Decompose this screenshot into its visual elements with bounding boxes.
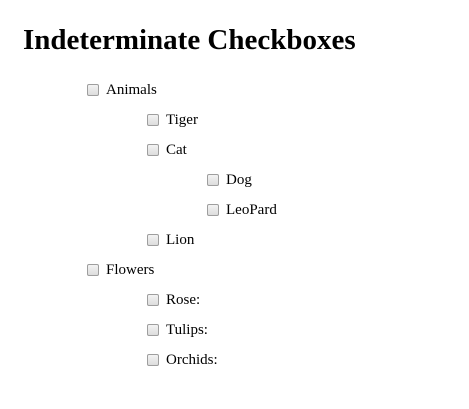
page: Indeterminate Checkboxes Animals Tiger C…: [0, 0, 469, 409]
tree-item-rose[interactable]: Rose:: [147, 290, 200, 310]
tulips-label[interactable]: Tulips:: [166, 320, 208, 340]
dog-label[interactable]: Dog: [226, 170, 252, 190]
tree-item-flowers[interactable]: Flowers: [87, 260, 154, 280]
lion-label[interactable]: Lion: [166, 230, 194, 250]
rose-label[interactable]: Rose:: [166, 290, 200, 310]
tiger-checkbox[interactable]: [147, 114, 159, 126]
tree-item-tiger[interactable]: Tiger: [147, 110, 198, 130]
orchids-label[interactable]: Orchids:: [166, 350, 218, 370]
animals-checkbox[interactable]: [87, 84, 99, 96]
page-title: Indeterminate Checkboxes: [23, 24, 356, 56]
tiger-label[interactable]: Tiger: [166, 110, 198, 130]
tree-item-orchids[interactable]: Orchids:: [147, 350, 218, 370]
tree-item-lion[interactable]: Lion: [147, 230, 194, 250]
tree-item-cat[interactable]: Cat: [147, 140, 187, 160]
orchids-checkbox[interactable]: [147, 354, 159, 366]
cat-label[interactable]: Cat: [166, 140, 187, 160]
tree-item-tulips[interactable]: Tulips:: [147, 320, 208, 340]
cat-checkbox[interactable]: [147, 144, 159, 156]
flowers-checkbox[interactable]: [87, 264, 99, 276]
animals-label[interactable]: Animals: [106, 80, 157, 100]
tree-item-dog[interactable]: Dog: [207, 170, 252, 190]
rose-checkbox[interactable]: [147, 294, 159, 306]
dog-checkbox[interactable]: [207, 174, 219, 186]
leopard-label[interactable]: LeoPard: [226, 200, 277, 220]
leopard-checkbox[interactable]: [207, 204, 219, 216]
flowers-label[interactable]: Flowers: [106, 260, 154, 280]
tulips-checkbox[interactable]: [147, 324, 159, 336]
tree-item-animals[interactable]: Animals: [87, 80, 157, 100]
lion-checkbox[interactable]: [147, 234, 159, 246]
tree-item-leopard[interactable]: LeoPard: [207, 200, 277, 220]
